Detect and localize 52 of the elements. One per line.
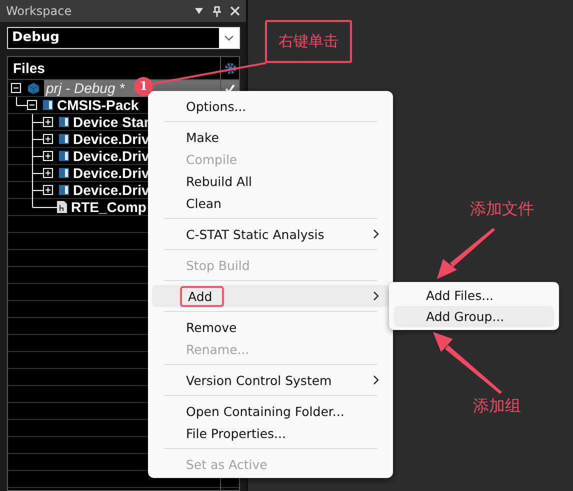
files-header: Files [12,59,46,78]
menu-item[interactable]: Options... [152,95,389,117]
tree-item[interactable]: RTE_Comp [71,198,146,216]
folder-icon [59,185,69,195]
expand-icon[interactable] [43,134,53,144]
menu-item[interactable]: Version Control System [152,369,389,391]
pointer-arrow [437,228,495,279]
menu-item[interactable]: Make [152,126,389,148]
tree-connector [16,97,27,106]
tree-item[interactable]: Device.Driv [73,182,150,198]
menu-item[interactable]: Add Files... [394,285,554,306]
menu-item[interactable]: File Properties... [152,422,389,444]
tree-connector [32,114,43,131]
expand-icon[interactable] [43,117,53,127]
tree-item[interactable]: CMSIS-Pack [57,96,139,114]
cube-icon [27,82,40,94]
tree-item[interactable]: Device.Driv [73,164,150,182]
collapse-icon[interactable] [27,100,37,110]
gear-icon[interactable] [224,62,236,74]
expand-icon[interactable] [43,185,53,195]
expand-icon[interactable] [43,151,53,161]
menu-item[interactable]: Open Containing Folder... [152,400,389,422]
annotation-label: 添加组 [473,396,521,417]
annotation-label: 添加文件 [470,200,534,220]
tree-connector [32,148,43,165]
tree-item[interactable]: Device.Driv [73,130,150,148]
chevron-down-icon [224,35,234,41]
folder-icon [43,100,53,110]
pointer-arrow [433,332,502,394]
tree-connector [32,131,43,148]
tree-connector [32,165,43,182]
menu-item[interactable]: Rebuild All [152,170,389,192]
dropdown-icon[interactable] [194,7,204,15]
collapse-icon[interactable] [11,83,21,93]
expand-icon[interactable] [43,168,53,178]
file-icon [57,201,67,213]
callout-box: 右键单击 [265,20,352,63]
configuration-dropdown[interactable]: Debug [7,27,240,49]
menu-item[interactable]: Remove [152,316,389,338]
tree-item[interactable]: Device Star [73,114,150,130]
menu-item[interactable]: C-STAT Static Analysis [152,223,389,245]
tree-item[interactable]: Device.Driv [73,148,150,164]
menu-item[interactable]: Add Group... [394,306,554,327]
menu-item[interactable]: Add [152,285,389,307]
folder-icon [59,134,69,144]
close-icon[interactable] [230,6,240,16]
folder-icon [59,168,69,178]
panel-title: Workspace [6,4,73,18]
folder-icon [59,117,69,127]
menu-item[interactable]: Clean [152,192,389,214]
pin-icon[interactable] [212,6,222,16]
folder-icon [59,151,69,161]
